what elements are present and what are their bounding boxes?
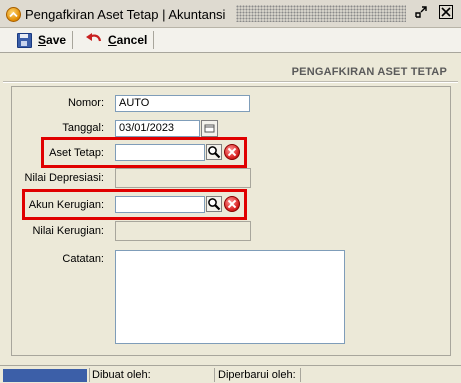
cancel-label: ancel [116, 33, 148, 47]
status-separator [300, 368, 301, 382]
window-title: Pengafkiran Aset Tetap | Akuntansi [25, 7, 226, 22]
tanggal-field[interactable]: 03/01/2023 [115, 120, 200, 137]
status-progress [3, 369, 87, 382]
search-icon[interactable] [206, 144, 222, 160]
save-mnemonic: S [38, 33, 47, 47]
toolbar-separator [153, 31, 154, 49]
toolbar: Save Cancel [0, 28, 461, 53]
restore-icon[interactable] [414, 5, 428, 19]
status-separator [214, 368, 215, 382]
akun-kerugian-label: Akun Kerugian: [28, 199, 104, 211]
status-separator [89, 368, 90, 382]
nilai-depresiasi-field [115, 168, 251, 188]
catatan-textarea[interactable] [115, 250, 345, 344]
tanggal-label: Tanggal: [62, 122, 104, 134]
nomor-field[interactable]: AUTO [115, 95, 250, 112]
floppy-disk-icon [17, 32, 32, 48]
akun-kerugian-field[interactable] [115, 196, 205, 213]
aset-tetap-label: Aset Tetap: [49, 147, 104, 159]
nilai-depresiasi-label: Nilai Depresiasi: [24, 172, 104, 184]
undo-arrow-icon [86, 33, 102, 42]
cancel-mnemonic: C [108, 33, 117, 47]
calendar-icon[interactable] [201, 120, 218, 137]
cancel-button[interactable]: Cancel [86, 30, 147, 50]
created-by-label: Dibuat oleh: [92, 369, 151, 381]
title-bar[interactable]: Pengafkiran Aset Tetap | Akuntansi [0, 0, 461, 28]
close-icon[interactable] [439, 5, 453, 19]
title-grip [236, 5, 406, 22]
catatan-label: Catatan: [62, 253, 104, 265]
search-icon[interactable] [206, 196, 222, 212]
save-button[interactable]: Save [17, 30, 66, 50]
heading-divider [3, 81, 458, 83]
nilai-kerugian-field [115, 221, 251, 241]
form-heading: PENGAFKIRAN ASET TETAP [291, 66, 447, 78]
save-label: ave [46, 33, 67, 47]
updated-by-label: Diperbarui oleh: [218, 369, 296, 381]
aset-tetap-field[interactable] [115, 144, 205, 161]
chevron-up-circle-icon [6, 7, 21, 22]
toolbar-separator [72, 31, 73, 49]
clear-icon[interactable] [224, 144, 240, 160]
nomor-label: Nomor: [67, 97, 104, 109]
status-bar: Dibuat oleh: Diperbarui oleh: [0, 365, 461, 383]
nilai-kerugian-label: Nilai Kerugian: [32, 225, 104, 237]
clear-icon[interactable] [224, 196, 240, 212]
